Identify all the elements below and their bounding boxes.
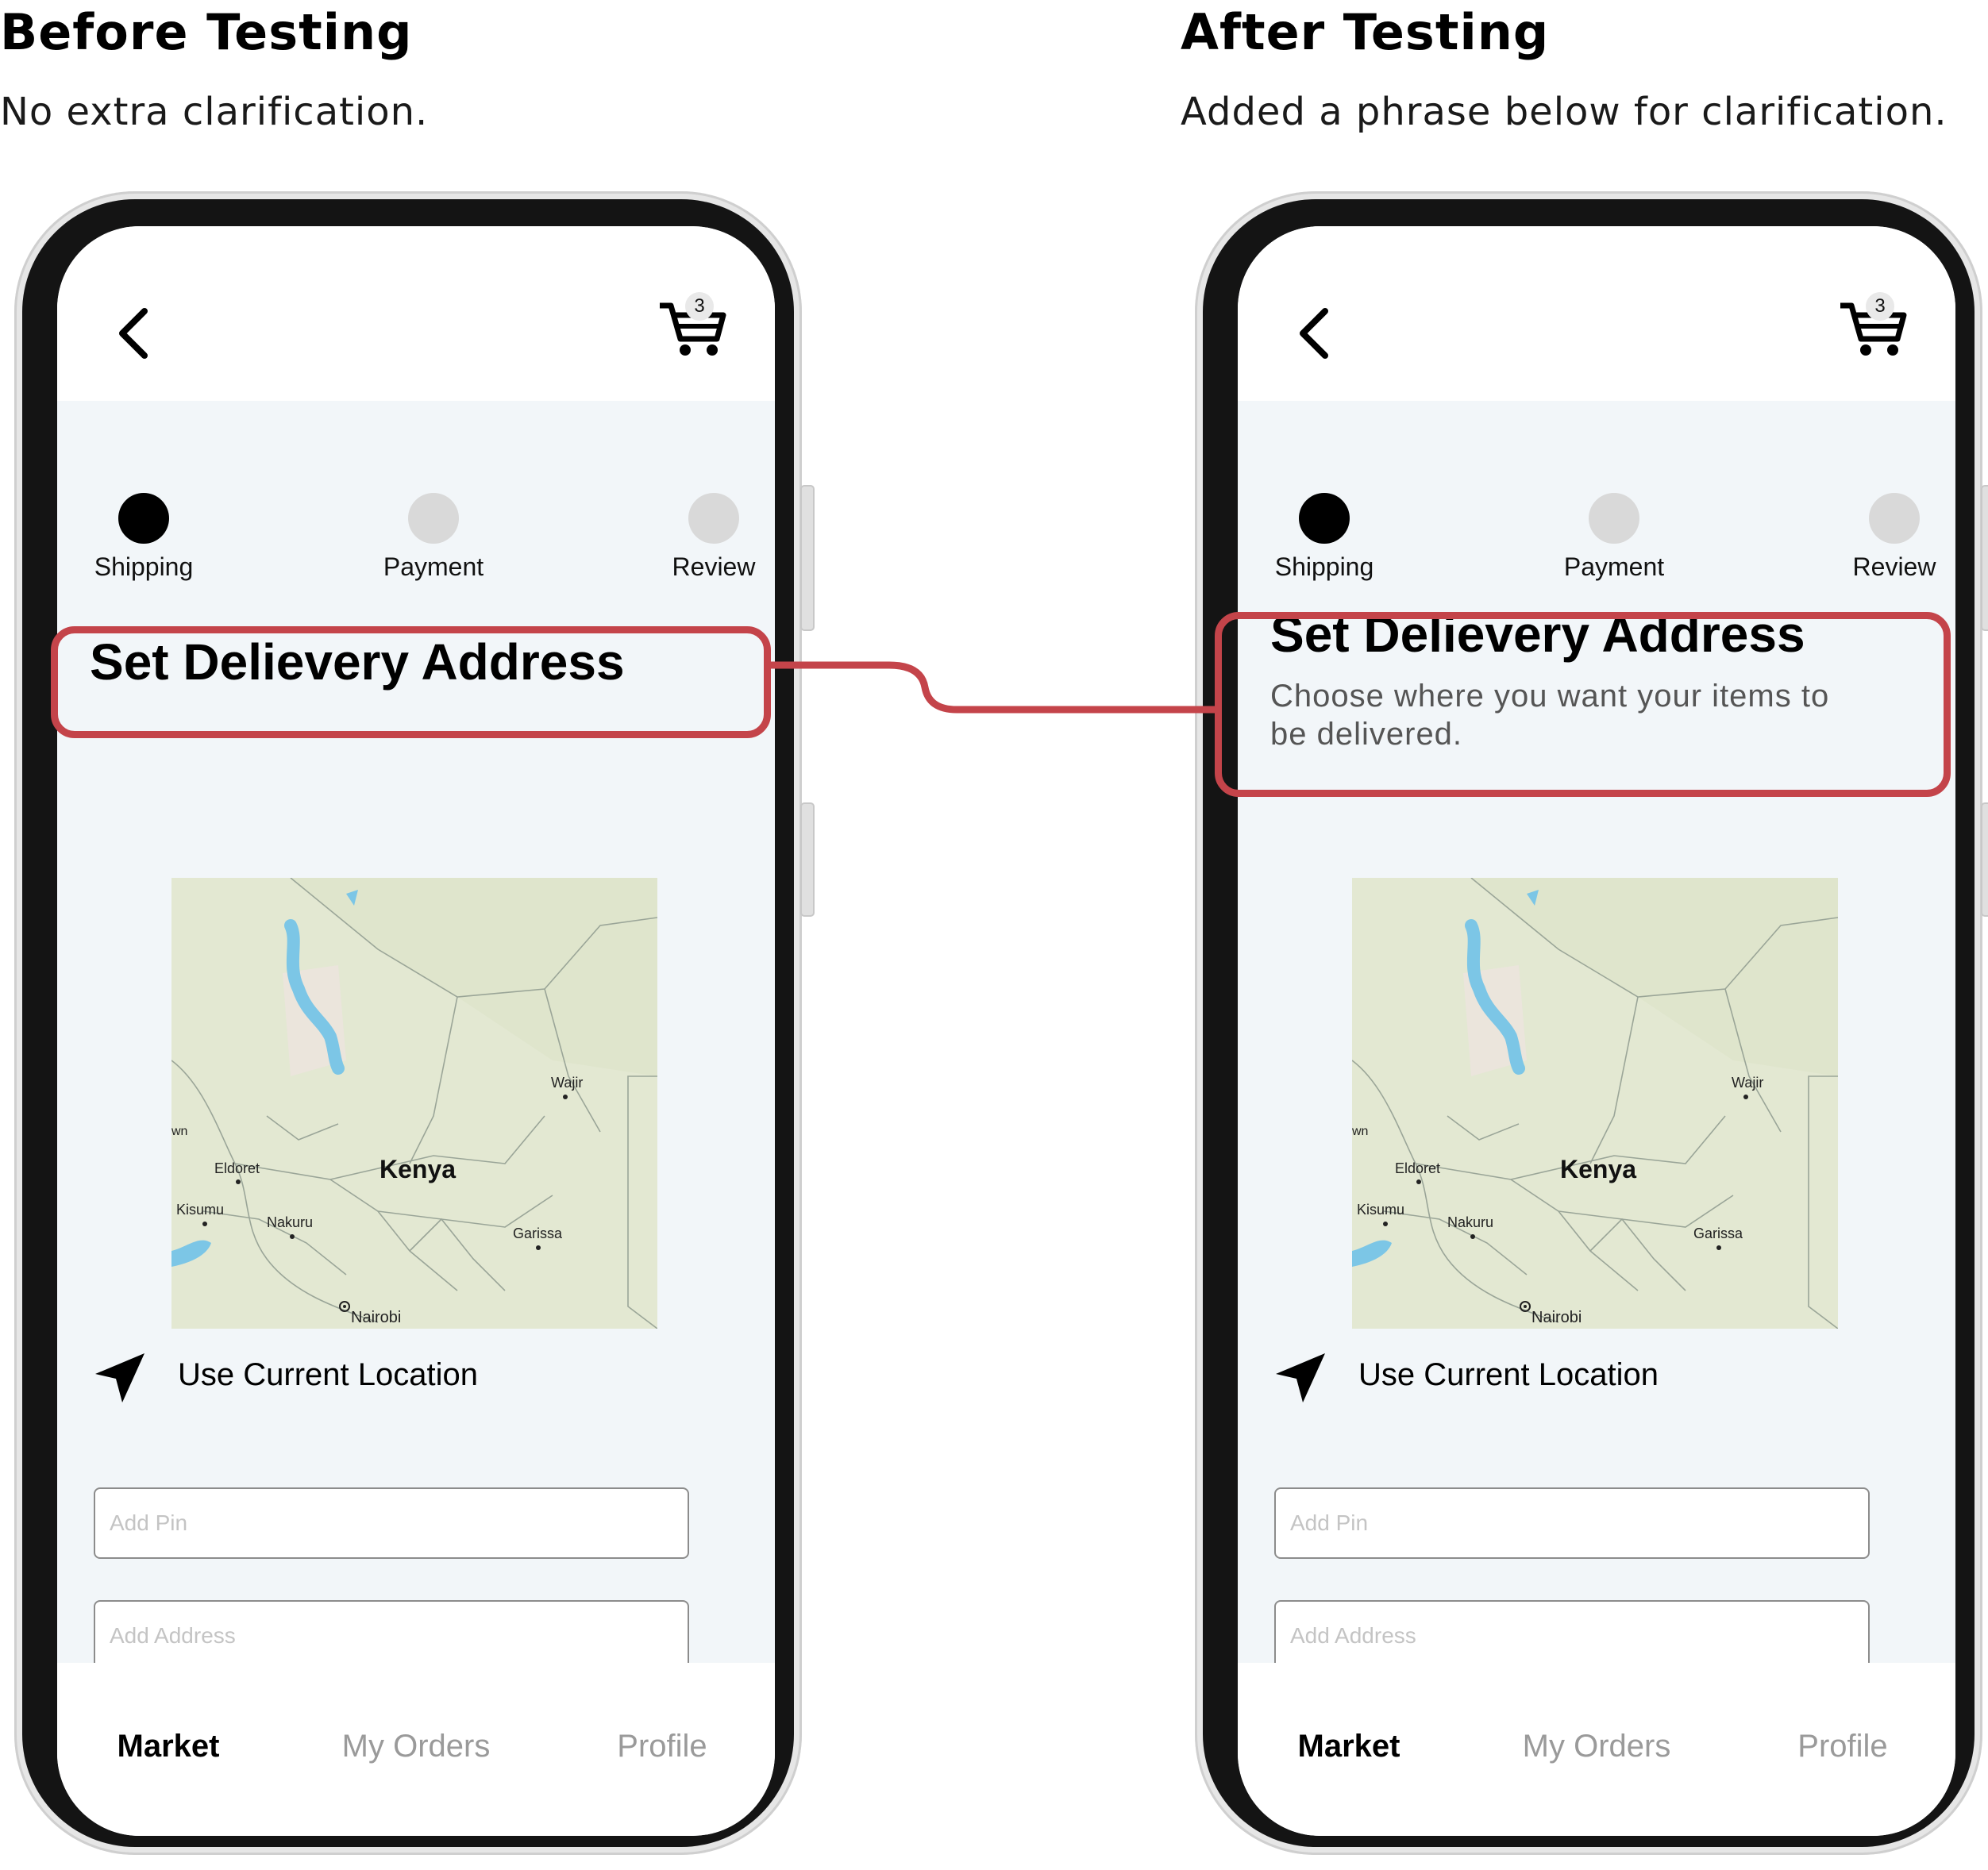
step-review-indicator [688,493,739,544]
phone-frame: 3 Shipping Payment Review Set Delievery … [1203,199,1975,1847]
step-shipping-indicator [118,493,169,544]
app-bar: 3 [1238,226,1955,401]
map-label-kisumu: Kisumu [176,1202,224,1218]
use-current-location-label[interactable]: Use Current Location [178,1357,478,1393]
map-label-nakuru: Nakuru [1447,1214,1493,1230]
nav-profile[interactable]: Profile [1732,1729,1954,1764]
step-review-label: Review [672,552,756,581]
step-shipping-label: Shipping [1274,552,1374,581]
map-label-kenya: Kenya [1560,1155,1636,1183]
after-testing-description: Added a phrase below for clarification. [1181,90,1948,134]
step-payment-label: Payment [383,552,484,581]
step-shipping-label: Shipping [94,552,194,581]
step-review-indicator [1869,493,1920,544]
phone-before: 3 Shipping Payment Review Set Delievery … [14,191,815,1855]
phone-side-button-power [1981,802,1988,917]
nav-my-orders[interactable]: My Orders [1485,1729,1708,1764]
kenya-map[interactable]: Wajir Eldoret Kisumu Nakuru Garissa Nair… [171,878,657,1329]
add-pin-input[interactable] [94,1487,689,1559]
highlight-box-after [1215,612,1951,797]
map-label-nairobi: Nairobi [351,1309,401,1326]
map-label-eldoret: Eldoret [1395,1160,1440,1176]
phone-side-button-power [800,802,815,917]
kenya-map[interactable]: Wajir Eldoret Kisumu Nakuru Garissa Nair… [1352,878,1838,1329]
nav-my-orders[interactable]: My Orders [305,1729,527,1764]
bottom-navigation: Market My Orders Profile [57,1663,775,1836]
back-arrow-icon[interactable] [111,302,159,365]
cart-count-badge: 3 [1866,292,1894,321]
map-label-nairobi: Nairobi [1531,1309,1582,1326]
map-label-wajir: Wajir [1732,1075,1763,1091]
phone-after: 3 Shipping Payment Review Set Delievery … [1195,191,1988,1855]
map-label-garissa: Garissa [513,1226,563,1241]
location-arrow-icon[interactable] [1274,1352,1327,1404]
use-current-location-label[interactable]: Use Current Location [1358,1357,1659,1393]
step-payment-indicator [408,493,459,544]
add-address-input[interactable] [94,1600,689,1672]
nav-market[interactable]: Market [57,1729,279,1764]
app-screen: 3 Shipping Payment Review Set Delievery … [1238,226,1955,1836]
step-shipping-indicator [1299,493,1350,544]
map-label-wajir: Wajir [551,1075,583,1091]
nav-market[interactable]: Market [1238,1729,1460,1764]
phone-frame: 3 Shipping Payment Review Set Delievery … [22,199,794,1847]
phone-side-button-volume [800,485,815,631]
add-pin-input[interactable] [1274,1487,1870,1559]
before-testing-description: No extra clarification. [0,90,429,134]
after-testing-title: After Testing [1181,3,1550,61]
step-payment-label: Payment [1563,552,1665,581]
app-bar: 3 [57,226,775,401]
back-arrow-icon[interactable] [1292,302,1339,365]
location-arrow-icon[interactable] [94,1352,146,1404]
map-label-nakuru: Nakuru [267,1214,313,1230]
map-label-edge: wn [1352,1125,1368,1138]
highlight-box-before [51,626,771,738]
step-payment-indicator [1589,493,1639,544]
map-label-kenya: Kenya [379,1155,456,1183]
map-label-eldoret: Eldoret [214,1160,260,1176]
nav-profile[interactable]: Profile [551,1729,773,1764]
map-label-kisumu: Kisumu [1357,1202,1404,1218]
before-testing-title: Before Testing [0,3,413,61]
map-label-garissa: Garissa [1693,1226,1743,1241]
cart-count-badge: 3 [685,292,714,321]
phone-side-button-volume [1981,485,1988,631]
step-review-label: Review [1852,552,1936,581]
map-label-edge: wn [171,1125,187,1138]
app-screen: 3 Shipping Payment Review Set Delievery … [57,226,775,1836]
add-address-input[interactable] [1274,1600,1870,1672]
bottom-navigation: Market My Orders Profile [1238,1663,1955,1836]
